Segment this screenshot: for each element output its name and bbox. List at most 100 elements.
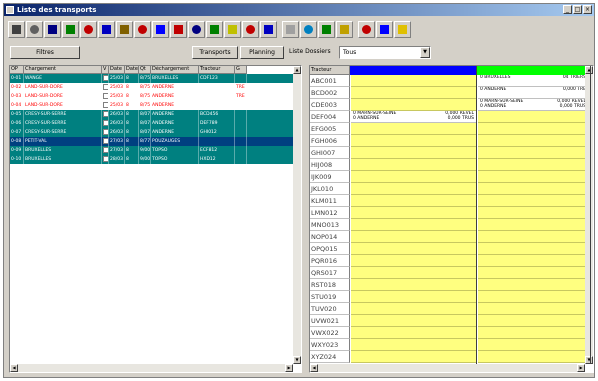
column-header[interactable]: Qt — [139, 66, 151, 74]
tractor-label[interactable]: VWX022 — [310, 327, 350, 339]
calendar-tool-button[interactable] — [134, 21, 151, 38]
table-row[interactable]: 0-05 CRESY-SUR-SERRE 26/03 8 8/07 ANDERNE BCD4… — [10, 110, 294, 119]
diamond-tool-button[interactable] — [358, 21, 375, 38]
wand-tool-button[interactable] — [116, 21, 133, 38]
column-header[interactable]: V — [102, 66, 109, 74]
truck-tool-button[interactable] — [62, 21, 79, 38]
planning-cell-empty[interactable] — [478, 291, 588, 303]
planning-cell-empty[interactable] — [351, 303, 476, 315]
planning-cell-empty[interactable] — [478, 171, 588, 183]
planning-cell-empty[interactable] — [478, 111, 588, 123]
chevron-down-icon[interactable]: ▼ — [420, 47, 430, 58]
scroll-up-icon[interactable]: ▲ — [585, 66, 593, 74]
arrow-tool-button[interactable] — [224, 21, 241, 38]
tractor-label[interactable]: HIJ008 — [310, 159, 350, 171]
planning-cell-empty[interactable] — [351, 207, 476, 219]
day-column-header-1[interactable] — [350, 66, 476, 75]
table-row[interactable]: 0-10 BRUXELLES 28/03 8 9/00 TOPSO HXD12 — [10, 155, 294, 164]
dossier-select[interactable]: Tous ▼ — [339, 46, 431, 59]
planning-cell-empty[interactable] — [478, 339, 588, 351]
planning-cell-empty[interactable] — [478, 255, 588, 267]
tractor-label[interactable]: EFG005 — [310, 123, 350, 135]
tractor-label[interactable]: NOP014 — [310, 231, 350, 243]
tractor-label[interactable]: ABC001 — [310, 75, 350, 87]
cross-tool-button[interactable] — [242, 21, 259, 38]
close-button[interactable]: × — [583, 5, 592, 14]
title-bar[interactable]: Liste des transports _ □ × — [4, 4, 594, 16]
planning-cell-empty[interactable] — [351, 351, 476, 363]
planning-cell-empty[interactable] — [478, 315, 588, 327]
planning-cell-empty[interactable] — [351, 75, 476, 87]
planning-cell-empty[interactable] — [351, 87, 476, 99]
planning-cell-empty[interactable] — [478, 123, 588, 135]
planning-cell-empty[interactable] — [478, 135, 588, 147]
list-vscrollbar[interactable]: ▲ ▼ — [293, 66, 301, 364]
planning-cell-empty[interactable] — [351, 315, 476, 327]
minus-tool-button[interactable] — [188, 21, 205, 38]
planning-cell-booked[interactable]: 0 BRUXELLES 04 TRIERS — [478, 75, 588, 87]
table-row[interactable]: 0-03 LAND-SUR-DORE 25/03 8 8/75 ANDERNE TRE — [10, 92, 294, 101]
tractor-label[interactable]: WXY023 — [310, 339, 350, 351]
transports-button[interactable]: Transports — [192, 46, 238, 59]
planning-cell-empty[interactable] — [478, 351, 588, 363]
planning-cell-empty[interactable] — [478, 147, 588, 159]
planning-cell-empty[interactable] — [351, 183, 476, 195]
planning-cell-empty[interactable] — [351, 135, 476, 147]
column-header[interactable]: OP — [10, 66, 24, 74]
table-row[interactable]: 0-04 LAND-SUR-DORE 25/03 8 8/75 ANDERNE — [10, 101, 294, 110]
tractor-label[interactable]: DEF004 — [310, 111, 350, 123]
tractor-label[interactable]: RST018 — [310, 279, 350, 291]
planning-cell-empty[interactable] — [351, 99, 476, 111]
filter-tool-button[interactable] — [170, 21, 187, 38]
scroll-right-icon[interactable]: ▶ — [577, 364, 585, 372]
tractor-label[interactable]: UVW021 — [310, 315, 350, 327]
map-tool-button[interactable] — [336, 21, 353, 38]
planning-cell-booked[interactable]: 0 ANDERNE 0,000 TRE — [478, 87, 588, 99]
planning-cell-empty[interactable] — [351, 291, 476, 303]
chart-tool-button[interactable] — [152, 21, 169, 38]
planning-cell-booked[interactable]: 0 MARN-SUR-SEINE 0,000 REVEL 0 ANDERNE 0,00… — [351, 111, 476, 123]
delete-tool-button[interactable] — [80, 21, 97, 38]
list-hscrollbar[interactable]: ◀ ▶ — [10, 364, 293, 372]
planning-cell-empty[interactable] — [351, 339, 476, 351]
grid-tool-button[interactable] — [26, 21, 43, 38]
filters-button[interactable]: Filtres — [10, 46, 80, 59]
leaf-tool-button[interactable] — [318, 21, 335, 38]
planning-cell-empty[interactable] — [351, 171, 476, 183]
save-tool-button[interactable] — [8, 21, 25, 38]
check-tool-button[interactable] — [206, 21, 223, 38]
edit-tool-button[interactable] — [98, 21, 115, 38]
planning-cell-empty[interactable] — [478, 183, 588, 195]
table-row[interactable]: 0-09 BRUXELLES 27/03 8 9/00 TOPSO ECF812 — [10, 146, 294, 155]
planning-cell-empty[interactable] — [351, 195, 476, 207]
tractor-label[interactable]: FGH006 — [310, 135, 350, 147]
tractor-label[interactable]: CDE003 — [310, 99, 350, 111]
scroll-down-icon[interactable]: ▼ — [585, 356, 593, 364]
column-header[interactable]: Déchargement — [151, 66, 199, 74]
planning-cell-empty[interactable] — [351, 267, 476, 279]
column-header[interactable]: G — [235, 66, 247, 74]
scroll-left-icon[interactable]: ◀ — [10, 364, 18, 372]
column-header[interactable]: Date — [125, 66, 139, 74]
planning-cell-empty[interactable] — [351, 123, 476, 135]
planning-cell-empty[interactable] — [478, 195, 588, 207]
tractor-label[interactable]: STU019 — [310, 291, 350, 303]
maximize-button[interactable]: □ — [573, 5, 582, 14]
tractor-label[interactable]: GHI007 — [310, 147, 350, 159]
tractor-label[interactable]: QRS017 — [310, 267, 350, 279]
tractor-label[interactable]: IJK009 — [310, 171, 350, 183]
column-header[interactable]: Chargement — [24, 66, 102, 74]
scroll-down-icon[interactable]: ▼ — [293, 356, 301, 364]
tractor-label[interactable]: TUV020 — [310, 303, 350, 315]
grid-hscrollbar[interactable]: ◀ ▶ — [310, 364, 585, 372]
day-column-header-2[interactable] — [477, 66, 589, 75]
planning-cell-empty[interactable] — [351, 159, 476, 171]
tractor-label[interactable]: MNO013 — [310, 219, 350, 231]
table-row[interactable]: 0-01 WANGE 25/03 8 8/75 BRUXELLES CDF123 — [10, 74, 294, 83]
planning-cell-empty[interactable] — [351, 327, 476, 339]
column-header[interactable]: Tracteur — [199, 66, 235, 74]
planning-button[interactable]: Planning — [240, 46, 284, 59]
table-row[interactable]: 0-07 CRESY-SUR-SERRE 26/03 8 8/07 ANDERNE GHI0… — [10, 128, 294, 137]
planning-cell-empty[interactable] — [478, 243, 588, 255]
planning-cell-empty[interactable] — [478, 159, 588, 171]
